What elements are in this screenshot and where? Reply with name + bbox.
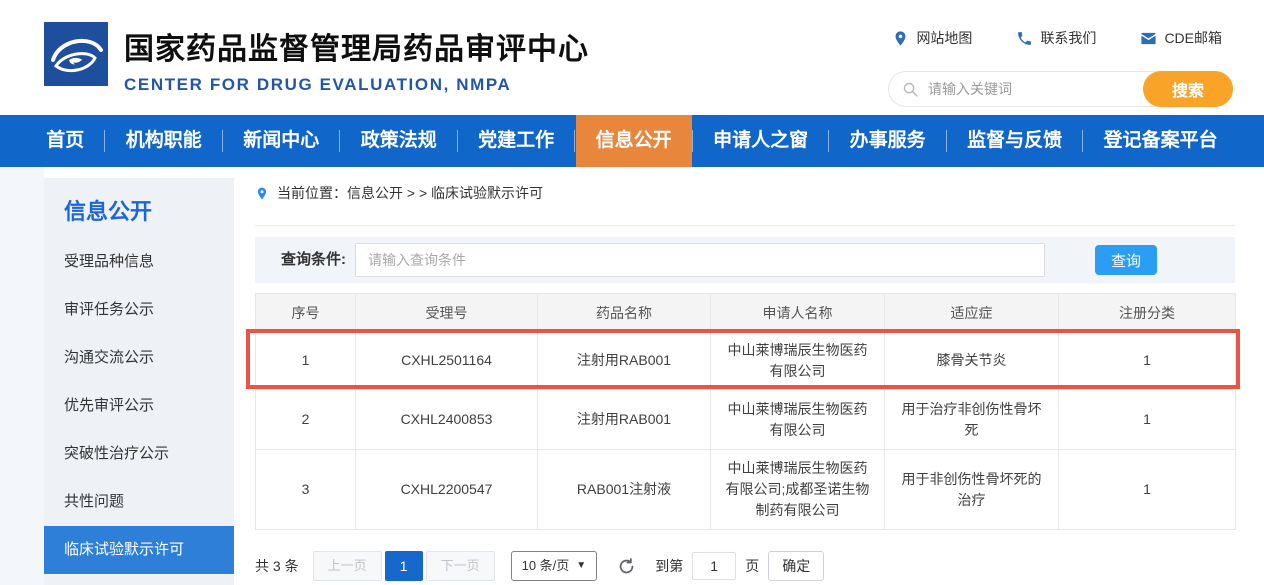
nav-item-1[interactable]: 机构职能 xyxy=(106,115,222,167)
table-cell: 中山莱博瑞辰生物医药有限公司;成都圣诺生物制药有限公司 xyxy=(711,450,885,530)
table-cell: 1 xyxy=(256,332,356,390)
table-cell: 注射用RAB001 xyxy=(538,390,711,450)
sidebar-item-1[interactable]: 审评任务公示 xyxy=(44,286,234,334)
nav-item-6[interactable]: 申请人之窗 xyxy=(693,115,828,167)
nav-item-2[interactable]: 新闻中心 xyxy=(223,115,339,167)
table-row: 1CXHL2501164注射用RAB001中山莱博瑞辰生物医药有限公司膝骨关节炎… xyxy=(256,332,1236,390)
table-cell: 2 xyxy=(256,390,356,450)
column-header: 申请人名称 xyxy=(711,294,885,332)
table-cell: 用于非创伤性骨坏死的治疗 xyxy=(885,450,1059,530)
mailbox-label: CDE邮箱 xyxy=(1164,28,1222,48)
mail-icon xyxy=(1140,30,1157,47)
location-pin-icon xyxy=(892,30,909,47)
nav-item-3[interactable]: 政策法规 xyxy=(341,115,457,167)
nav-item-5[interactable]: 信息公开 xyxy=(576,115,692,167)
mailbox-link[interactable]: CDE邮箱 xyxy=(1140,28,1222,48)
goto-page-suffix: 页 xyxy=(745,556,759,576)
page-size-select[interactable]: 10 条/页 ▼ xyxy=(511,551,598,581)
table-cell: CXHL2501164 xyxy=(356,332,538,390)
table-cell: 中山莱博瑞辰生物医药有限公司 xyxy=(711,390,885,450)
pagination: 共 3 条 上一页 1 下一页 10 条/页 ▼ 到第 页 确定 xyxy=(255,551,824,581)
query-condition-input[interactable] xyxy=(355,243,1045,277)
table-cell: 膝骨关节炎 xyxy=(885,332,1059,390)
search-button[interactable]: 搜索 xyxy=(1143,71,1233,107)
contact-link[interactable]: 联系我们 xyxy=(1016,28,1096,48)
breadcrumb: 当前位置：信息公开 > > 临床试验默示许可 xyxy=(255,183,543,203)
table-cell: 3 xyxy=(256,450,356,530)
site-title: 国家药品监督管理局药品审评中心 xyxy=(124,24,589,68)
phone-icon xyxy=(1016,30,1033,47)
table-cell: 1 xyxy=(1059,390,1236,450)
table-cell: CXHL2400853 xyxy=(356,390,538,450)
column-header: 适应症 xyxy=(885,294,1059,332)
sidebar-item-3[interactable]: 优先审评公示 xyxy=(44,382,234,430)
sidebar-title: 信息公开 xyxy=(44,178,234,238)
sitemap-label: 网站地图 xyxy=(916,28,972,48)
column-header: 受理号 xyxy=(356,294,538,332)
table-header: 序号受理号药品名称申请人名称适应症注册分类 xyxy=(256,294,1236,332)
column-header: 注册分类 xyxy=(1059,294,1236,332)
goto-page-input[interactable] xyxy=(692,552,736,580)
results-table: 序号受理号药品名称申请人名称适应症注册分类 1CXHL2501164注射用RAB… xyxy=(255,293,1236,530)
current-page-button[interactable]: 1 xyxy=(385,551,423,581)
query-bar: 查询条件: 查询 xyxy=(255,237,1235,283)
table-cell: 1 xyxy=(1059,450,1236,530)
divider xyxy=(255,225,1235,226)
sitemap-link[interactable]: 网站地图 xyxy=(892,28,972,48)
page-header: 国家药品监督管理局药品审评中心 CENTER FOR DRUG EVALUATI… xyxy=(0,0,1264,115)
contact-label: 联系我们 xyxy=(1040,28,1096,48)
sidebar: 信息公开 受理品种信息审评任务公示沟通交流公示优先审评公示突破性治疗公示共性问题… xyxy=(44,178,234,585)
breadcrumb-pin-icon xyxy=(255,185,269,202)
main-nav: 首页机构职能新闻中心政策法规党建工作信息公开申请人之窗办事服务监督与反馈登记备案… xyxy=(0,115,1264,167)
sidebar-item-6[interactable]: 临床试验默示许可 xyxy=(44,526,234,574)
refresh-icon[interactable] xyxy=(617,555,639,577)
search-icon xyxy=(902,81,919,98)
sidebar-item-4[interactable]: 突破性治疗公示 xyxy=(44,430,234,478)
confirm-button[interactable]: 确定 xyxy=(768,551,824,581)
table-row: 3CXHL2200547RAB001注射液中山莱博瑞辰生物医药有限公司;成都圣诺… xyxy=(256,450,1236,530)
goto-page-label: 到第 xyxy=(655,556,683,576)
nav-item-8[interactable]: 监督与反馈 xyxy=(947,115,1082,167)
logo-swoosh-icon xyxy=(44,22,108,86)
table-cell: RAB001注射液 xyxy=(538,450,711,530)
nav-item-9[interactable]: 登记备案平台 xyxy=(1084,115,1238,167)
table-row: 2CXHL2400853注射用RAB001中山莱博瑞辰生物医药有限公司用于治疗非… xyxy=(256,390,1236,450)
site-subtitle: CENTER FOR DRUG EVALUATION, NMPA xyxy=(124,75,589,95)
next-page-button[interactable]: 下一页 xyxy=(426,551,495,581)
query-condition-label: 查询条件: xyxy=(281,237,346,283)
sidebar-items: 受理品种信息审评任务公示沟通交流公示优先审评公示突破性治疗公示共性问题临床试验默… xyxy=(44,238,234,574)
page-size-value: 10 条/页 xyxy=(522,552,570,580)
table-cell: 中山莱博瑞辰生物医药有限公司 xyxy=(711,332,885,390)
sidebar-item-5[interactable]: 共性问题 xyxy=(44,478,234,526)
table-cell: 1 xyxy=(1059,332,1236,390)
nav-item-7[interactable]: 办事服务 xyxy=(830,115,946,167)
column-header: 序号 xyxy=(256,294,356,332)
breadcrumb-label: 当前位置：信息公开 > > 临床试验默示许可 xyxy=(277,183,543,203)
nav-item-0[interactable]: 首页 xyxy=(26,115,104,167)
nav-item-4[interactable]: 党建工作 xyxy=(458,115,574,167)
sidebar-item-0[interactable]: 受理品种信息 xyxy=(44,238,234,286)
column-header: 药品名称 xyxy=(538,294,711,332)
header-quick-links: 网站地图 联系我们 CDE邮箱 xyxy=(892,28,1222,48)
total-count-label: 共 3 条 xyxy=(255,556,299,576)
search-placeholder: 请输入关键词 xyxy=(928,79,1012,99)
table-cell: 用于治疗非创伤性骨坏死 xyxy=(885,390,1059,450)
table-cell: 注射用RAB001 xyxy=(538,332,711,390)
main-area: 信息公开 受理品种信息审评任务公示沟通交流公示优先审评公示突破性治疗公示共性问题… xyxy=(0,167,1264,585)
left-background-strip xyxy=(0,167,44,585)
content-panel: 当前位置：信息公开 > > 临床试验默示许可 查询条件: 查询 序号受理号药品名… xyxy=(255,167,1235,585)
sidebar-item-2[interactable]: 沟通交流公示 xyxy=(44,334,234,382)
query-button[interactable]: 查询 xyxy=(1095,245,1157,275)
table-cell: CXHL2200547 xyxy=(356,450,538,530)
cde-logo xyxy=(44,22,108,86)
chevron-down-icon: ▼ xyxy=(576,552,586,580)
prev-page-button[interactable]: 上一页 xyxy=(313,551,382,581)
